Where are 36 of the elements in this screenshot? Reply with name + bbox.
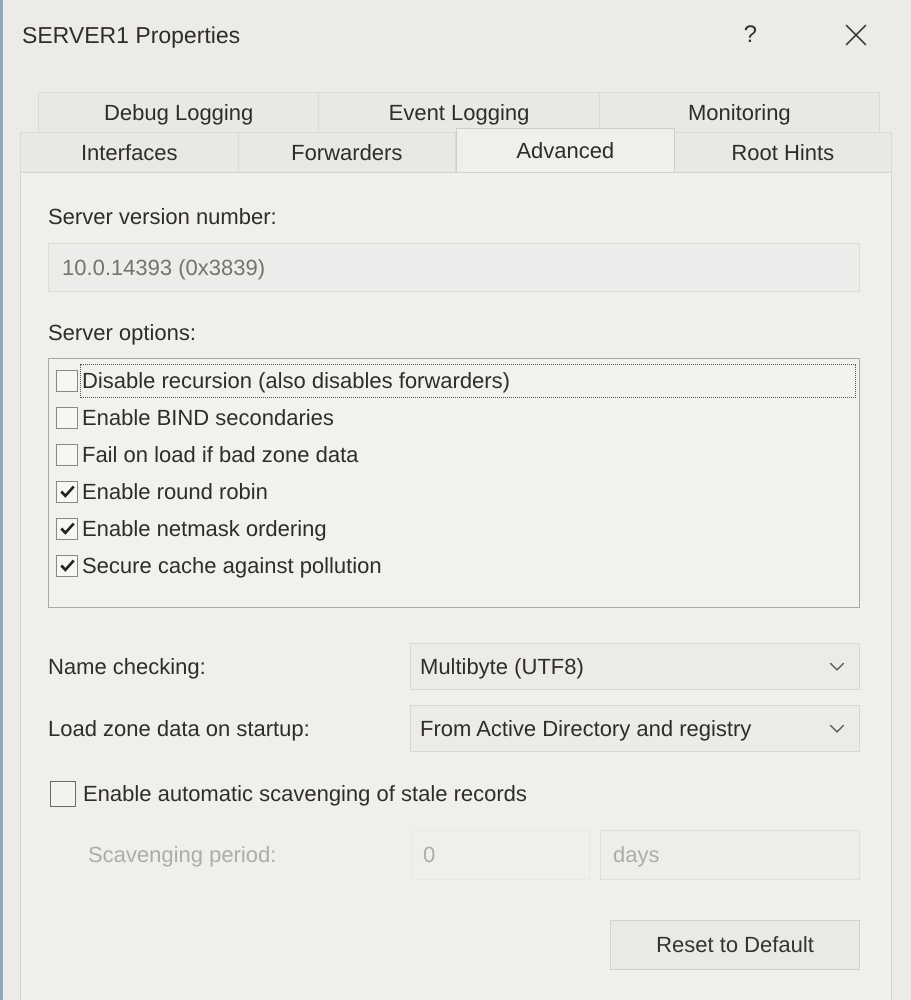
tab[interactable]: Debug Logging — [38, 92, 320, 132]
checkmark-icon — [60, 522, 74, 535]
chevron-down-icon — [829, 724, 845, 733]
option-label[interactable]: Fail on load if bad zone data — [80, 438, 856, 472]
checkbox[interactable] — [56, 480, 78, 502]
checkbox[interactable] — [56, 554, 78, 576]
checkbox[interactable] — [50, 781, 76, 807]
tab[interactable]: Root Hints — [674, 132, 892, 172]
checkbox[interactable] — [56, 444, 78, 466]
option-label[interactable]: Disable recursion (also disables forwarders) — [80, 364, 856, 398]
option-label[interactable]: Enable round robin — [80, 474, 856, 508]
tab[interactable]: Monitoring — [600, 92, 880, 132]
checkmark-icon — [60, 559, 74, 572]
field-label: Load zone data on startup: — [48, 716, 310, 742]
group-label: Server options: — [48, 320, 196, 346]
option-label[interactable]: Secure cache against pollution — [80, 548, 856, 582]
reset-button[interactable]: Reset to Default — [610, 920, 860, 970]
window-title: SERVER1 Properties — [22, 22, 240, 48]
field-label: Server version number: — [48, 204, 277, 230]
dropdown[interactable]: From Active Directory and registry — [410, 705, 860, 752]
close-icon — [845, 24, 867, 46]
period-label: Scavenging period: — [88, 842, 278, 868]
chevron-down-icon — [829, 662, 845, 671]
option-label[interactable]: Enable BIND secondaries — [80, 400, 856, 434]
help-button[interactable]: ? — [738, 21, 763, 49]
option-label[interactable]: Enable netmask ordering — [80, 512, 856, 546]
checkmark-icon — [60, 485, 74, 498]
checkbox[interactable] — [56, 370, 78, 392]
checkbox[interactable] — [56, 406, 78, 428]
tab[interactable]: Forwarders — [238, 132, 456, 172]
field-label: Name checking: — [48, 654, 206, 680]
tab[interactable]: Advanced — [456, 128, 674, 172]
dropdown[interactable]: Multibyte (UTF8) — [410, 643, 860, 690]
tab[interactable]: Interfaces — [20, 132, 238, 172]
checkbox-label[interactable]: Enable automatic scavenging of stale records — [83, 781, 527, 807]
checkbox[interactable] — [56, 518, 78, 540]
